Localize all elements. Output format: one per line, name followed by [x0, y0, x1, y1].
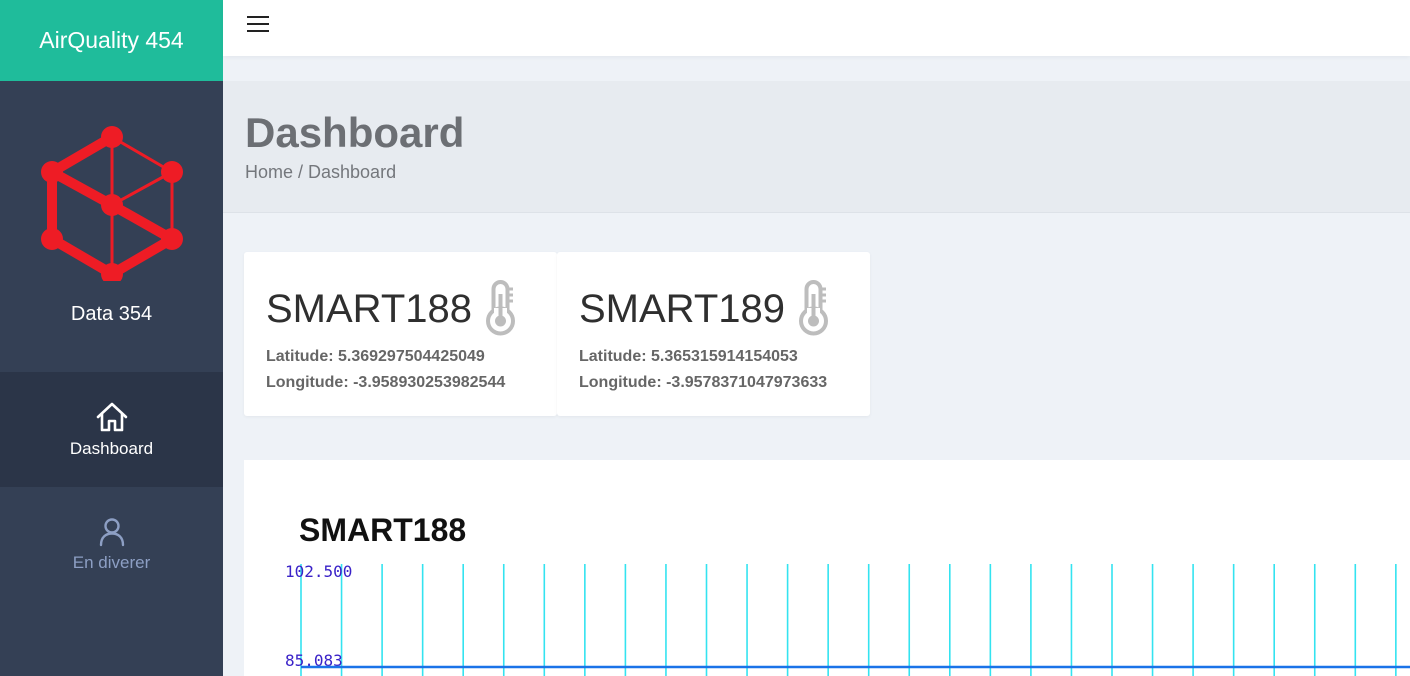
device-latitude: Latitude: 5.369297504425049 [266, 348, 485, 365]
page-title: Dashboard [245, 109, 465, 156]
sidebar-item-en-diverer[interactable]: En diverer [0, 487, 223, 602]
logo-label: Data 354 [70, 303, 153, 325]
logo-block: Data 354 [0, 81, 223, 372]
device-card-smart189[interactable]: SMART189 Latitude: 5.365315914154053 Lon… [557, 252, 870, 416]
device-card-smart188[interactable]: SMART188 Latitude: 5.369297504425049 Lon… [244, 252, 557, 416]
thermometer-icon [799, 280, 828, 336]
menu-toggle-icon[interactable] [247, 16, 269, 36]
breadcrumb: Home / Dashboard [245, 162, 397, 182]
device-longitude: Longitude: -3.9578371047973633 [579, 374, 828, 391]
app-title: AirQuality 454 [39, 27, 184, 53]
sidebar-item-dashboard[interactable]: Dashboard [0, 372, 223, 487]
device-name: SMART189 [579, 287, 786, 331]
network-cube-logo [41, 126, 183, 281]
home-icon [96, 402, 127, 431]
page-header: Dashboard Home / Dashboard [223, 81, 1410, 213]
sidebar: AirQuality 454 Data 354 Dashboard En div… [0, 0, 223, 676]
device-latitude: Latitude: 5.365315914154053 [579, 348, 798, 365]
user-icon [99, 517, 124, 546]
device-longitude: Longitude: -3.958930253982544 [266, 374, 506, 391]
chart-panel: SMART188 102.500 85.083 [244, 460, 1410, 676]
device-name: SMART188 [266, 287, 473, 331]
app-brand[interactable]: AirQuality 454 [0, 0, 223, 81]
line-chart: 102.50085.083 [285, 562, 1410, 676]
thermometer-icon [486, 280, 515, 336]
y-tick-label: 102.500 [285, 562, 352, 581]
sidebar-item-label: En diverer [72, 552, 151, 572]
sidebar-item-label: Dashboard [69, 438, 154, 458]
topbar [223, 0, 1410, 56]
